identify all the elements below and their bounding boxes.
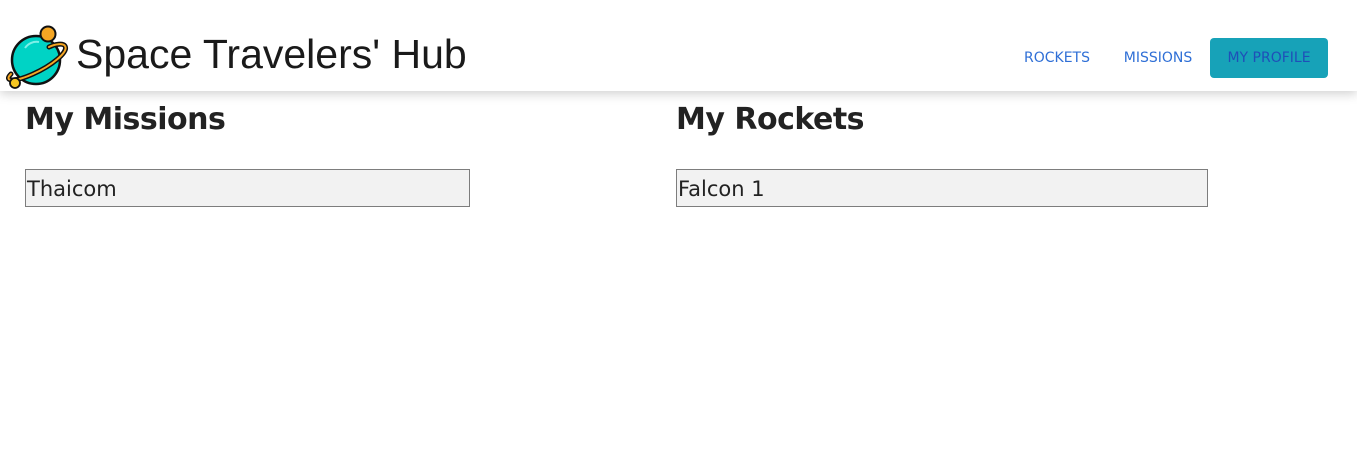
rocket-item: Falcon 1 (676, 169, 1208, 207)
planet-icon[interactable] (3, 24, 71, 92)
nav-link-my-profile[interactable]: MY PROFILE (1210, 38, 1328, 78)
mission-item: Thaicom (25, 169, 470, 207)
navbar: Space Travelers' Hub ROCKETS MISSIONS MY… (0, 0, 1357, 91)
missions-list: Thaicom (25, 169, 470, 207)
nav-link-rockets[interactable]: ROCKETS (1014, 38, 1100, 78)
rockets-list: Falcon 1 (676, 169, 1208, 207)
site-title: Space Travelers' Hub (76, 31, 467, 77)
my-rockets-heading: My Rockets (676, 102, 865, 137)
nav-link-missions[interactable]: MISSIONS (1112, 38, 1204, 78)
my-missions-heading: My Missions (25, 102, 226, 137)
